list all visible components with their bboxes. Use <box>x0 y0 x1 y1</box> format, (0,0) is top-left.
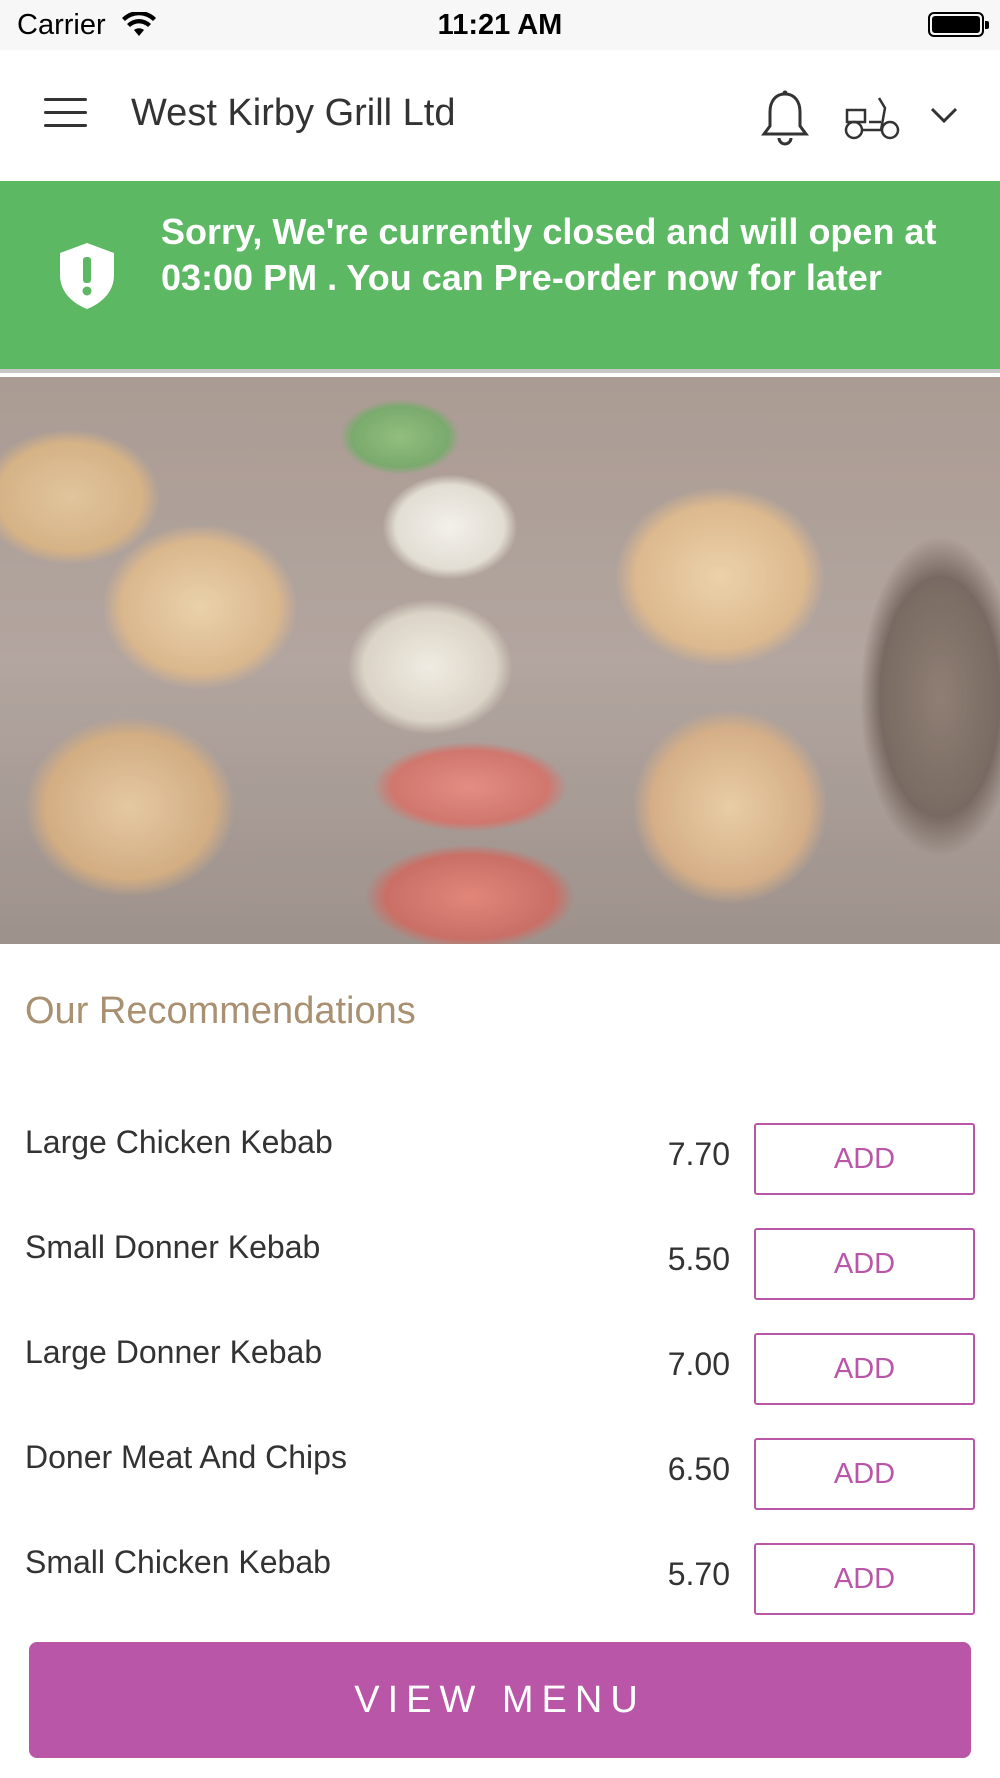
view-menu-button[interactable]: VIEW MENU <box>29 1642 971 1758</box>
closed-notice-banner: Sorry, We're currently closed and will o… <box>0 181 1000 373</box>
recommendations-title: Our Recommendations <box>25 990 416 1032</box>
restaurant-title: West Kirby Grill Ltd <box>131 92 456 134</box>
shield-alert-icon <box>58 241 116 311</box>
add-button[interactable]: ADD <box>754 1228 975 1300</box>
add-button[interactable]: ADD <box>754 1438 975 1510</box>
item-price: 5.50 <box>667 1241 730 1277</box>
list-item: Large Chicken Kebab 7.70 ADD <box>0 1118 1000 1223</box>
bell-icon[interactable] <box>760 90 810 146</box>
closed-notice-text: Sorry, We're currently closed and will o… <box>161 211 937 298</box>
hero-food-image <box>0 377 1000 944</box>
app-header: West Kirby Grill Ltd <box>0 50 1000 180</box>
item-name: Doner Meat And Chips <box>25 1439 347 1475</box>
clock: 11:21 AM <box>437 9 563 41</box>
add-button[interactable]: ADD <box>754 1333 975 1405</box>
item-name: Small Donner Kebab <box>25 1229 321 1265</box>
recommendations-list: Large Chicken Kebab 7.70 ADD Small Donne… <box>0 1118 1000 1643</box>
list-item: Small Chicken Kebab 5.70 ADD <box>0 1538 1000 1643</box>
scooter-icon[interactable] <box>843 92 901 142</box>
item-price: 7.70 <box>667 1136 730 1172</box>
add-button[interactable]: ADD <box>754 1543 975 1615</box>
status-bar: Carrier 11:21 AM <box>0 0 1000 50</box>
item-price: 5.70 <box>667 1556 730 1592</box>
item-price: 7.00 <box>667 1346 730 1382</box>
battery-icon <box>928 12 989 37</box>
item-name: Large Chicken Kebab <box>25 1124 333 1160</box>
list-item: Small Donner Kebab 5.50 ADD <box>0 1223 1000 1328</box>
add-button[interactable]: ADD <box>754 1123 975 1195</box>
item-name: Small Chicken Kebab <box>25 1544 331 1580</box>
list-item: Large Donner Kebab 7.00 ADD <box>0 1328 1000 1433</box>
chevron-down-icon[interactable] <box>928 103 960 127</box>
list-item: Doner Meat And Chips 6.50 ADD <box>0 1433 1000 1538</box>
item-price: 6.50 <box>667 1451 730 1487</box>
hamburger-menu-icon[interactable] <box>44 98 87 130</box>
item-name: Large Donner Kebab <box>25 1334 323 1370</box>
